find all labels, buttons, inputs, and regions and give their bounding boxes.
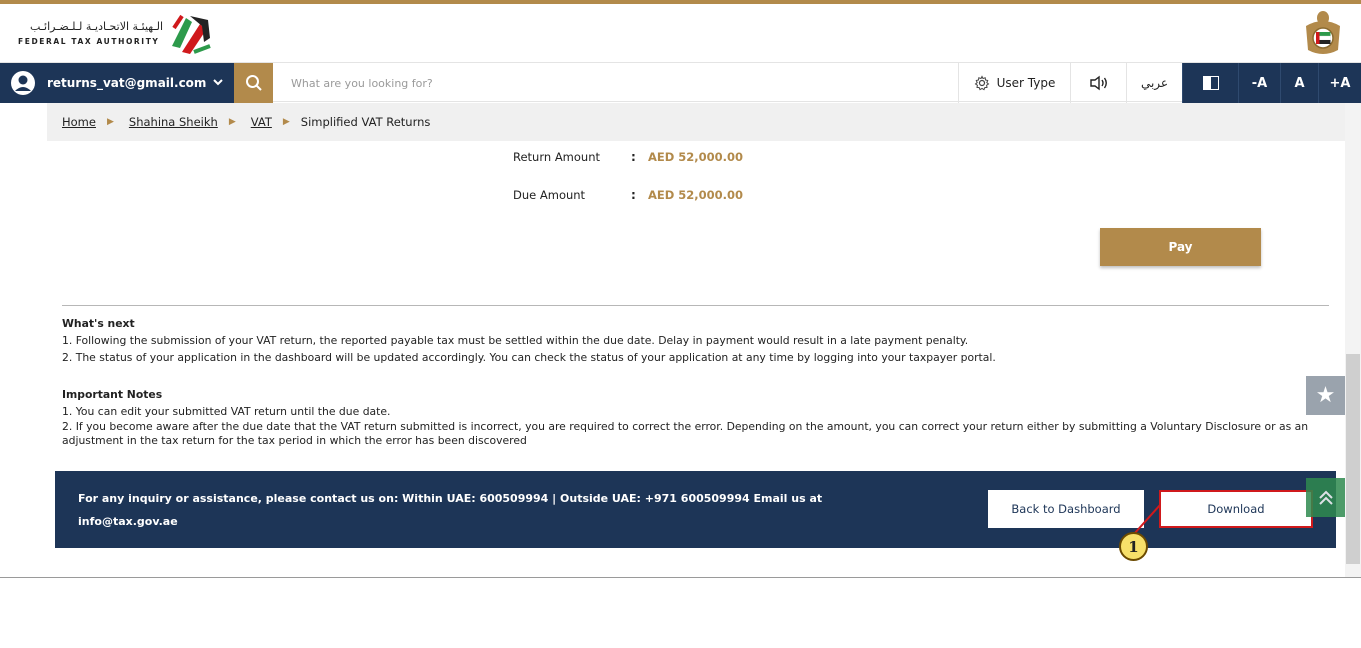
font-normal-button[interactable]: A xyxy=(1280,63,1318,103)
font-decrease-button[interactable]: -A xyxy=(1238,63,1280,103)
contrast-toggle[interactable] xyxy=(1182,63,1238,103)
gear-icon xyxy=(974,75,989,91)
important-notes-item: 2. If you become aware after the due dat… xyxy=(62,420,1309,447)
search-input[interactable] xyxy=(281,69,941,97)
breadcrumb-taxpayer[interactable]: Shahina Sheikh xyxy=(129,115,218,129)
user-email: returns_vat@gmail.com xyxy=(47,76,207,90)
return-amount-label: Return Amount xyxy=(513,150,601,164)
back-to-dashboard-button[interactable]: Back to Dashboard xyxy=(988,490,1144,528)
contact-email[interactable]: info@tax.gov.ae xyxy=(78,510,838,533)
download-button[interactable]: Download xyxy=(1159,490,1313,528)
favorite-button[interactable]: ★ xyxy=(1306,376,1345,415)
font-increase-button[interactable]: +A xyxy=(1318,63,1361,103)
breadcrumb-separator-icon: ▶ xyxy=(228,117,236,127)
whats-next-heading: What's next xyxy=(62,317,135,330)
return-amount-colon: : xyxy=(631,150,636,164)
speaker-icon xyxy=(1089,75,1107,91)
contact-line: For any inquiry or assistance, please co… xyxy=(78,492,823,505)
due-amount-colon: : xyxy=(631,188,636,202)
chevron-up-icon xyxy=(1318,490,1333,505)
step-callout-badge: 1 xyxy=(1119,532,1148,561)
breadcrumb-current: Simplified VAT Returns xyxy=(300,115,431,129)
due-amount-value: AED 52,000.00 xyxy=(648,188,744,202)
user-avatar-icon xyxy=(11,71,35,95)
fta-logo[interactable]: الـهيئـة الاتحـاديـة لـلـضـرائـب FEDERAL… xyxy=(14,8,214,58)
breadcrumb-vat[interactable]: VAT xyxy=(251,115,272,129)
important-notes-item: 1. You can edit your submitted VAT retur… xyxy=(62,405,391,418)
contrast-icon xyxy=(1202,76,1219,90)
breadcrumb: Home ▶ Shahina Sheikh ▶ VAT ▶ Simplified… xyxy=(47,103,1361,141)
search-icon xyxy=(245,75,262,91)
user-type-selector[interactable]: User Type xyxy=(958,63,1070,103)
uae-emblem-icon xyxy=(1306,11,1340,54)
chevron-down-icon[interactable] xyxy=(212,76,224,88)
breadcrumb-home[interactable]: Home xyxy=(62,115,96,129)
return-amount-value: AED 52,000.00 xyxy=(648,150,744,164)
search-button[interactable] xyxy=(234,63,273,103)
org-name-arabic: الـهيئـة الاتحـاديـة لـلـضـرائـب xyxy=(29,20,163,33)
important-notes-section: Important Notes 1. You can edit your sub… xyxy=(62,386,1312,448)
user-menu[interactable]: returns_vat@gmail.com xyxy=(0,63,234,103)
user-type-label: User Type xyxy=(996,76,1056,90)
browser-page: الـهيئـة الاتحـاديـة لـلـضـرائـب FEDERAL… xyxy=(0,0,1361,578)
text-to-speech-button[interactable] xyxy=(1070,63,1126,103)
contact-info: For any inquiry or assistance, please co… xyxy=(78,487,838,533)
important-notes-heading: Important Notes xyxy=(62,388,163,401)
star-icon: ★ xyxy=(1315,383,1336,408)
pay-button[interactable]: Pay xyxy=(1100,228,1261,266)
breadcrumb-separator-icon: ▶ xyxy=(282,117,290,127)
due-amount-label: Due Amount xyxy=(513,188,586,202)
top-navbar: returns_vat@gmail.com User Type xyxy=(0,62,1361,103)
language-switch[interactable]: عربي xyxy=(1126,63,1182,103)
whats-next-item: 1. Following the submission of your VAT … xyxy=(62,334,969,347)
page-scrollbar-thumb[interactable] xyxy=(1346,354,1360,564)
org-name-english: FEDERAL TAX AUTHORITY xyxy=(18,37,160,46)
whats-next-section: What's next 1. Following the submission … xyxy=(62,315,1312,366)
scroll-to-top-button[interactable] xyxy=(1306,478,1345,517)
fta-logo-icon xyxy=(172,14,211,54)
section-divider xyxy=(62,305,1329,306)
breadcrumb-separator-icon: ▶ xyxy=(106,117,114,127)
site-header: الـهيئـة الاتحـاديـة لـلـضـرائـب FEDERAL… xyxy=(0,4,1361,62)
whats-next-item: 2. The status of your application in the… xyxy=(62,351,996,364)
